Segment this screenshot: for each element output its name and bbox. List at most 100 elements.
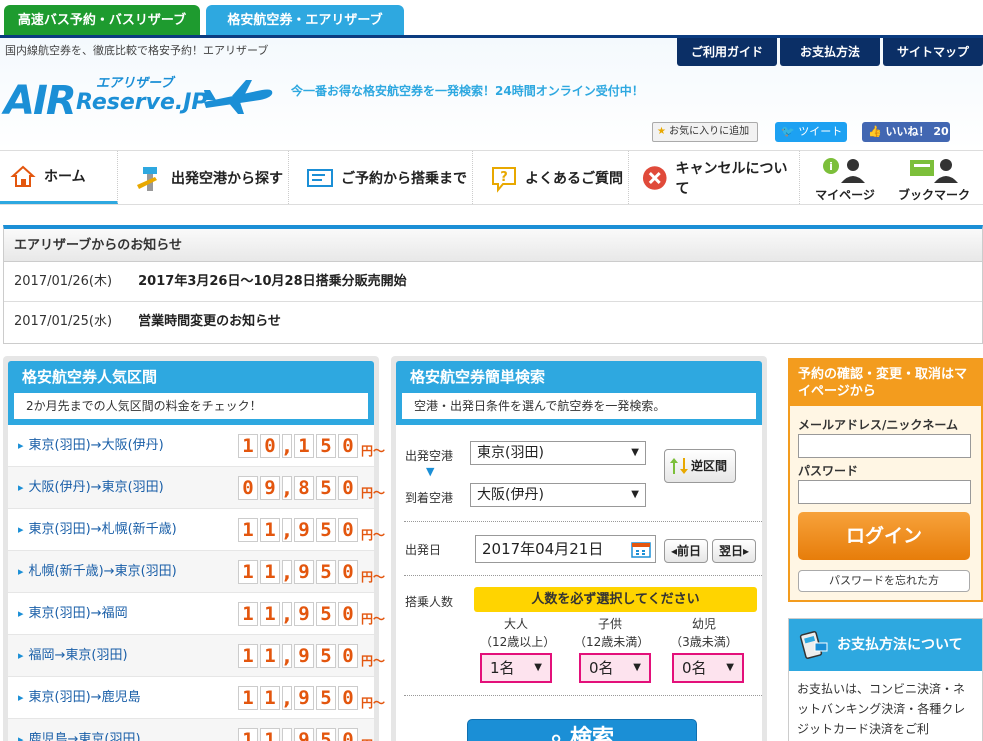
route-price: 11,95011,950円〜 <box>238 602 385 626</box>
route-name[interactable]: 東京(羽田)→大阪(伊丹) <box>18 425 164 467</box>
route-name[interactable]: 東京(羽田)→札幌(新千歳) <box>18 509 177 551</box>
payment-link[interactable]: お支払方法 <box>780 38 880 66</box>
down-arrow-icon: ▼ <box>426 465 435 478</box>
airplane-icon <box>204 80 273 114</box>
route-price: 11,95011,950円〜 <box>238 644 385 668</box>
nav-faq[interactable]: ? よくあるご質問 <box>481 151 629 204</box>
price-digit: 0 <box>238 476 258 500</box>
adult-select[interactable]: 1名 ▼ <box>480 653 552 683</box>
infant-note: （3歳未満） <box>670 635 738 649</box>
price-digit: 1 <box>294 434 314 458</box>
nav-cancel[interactable]: キャンセルについて <box>632 151 800 204</box>
price-digit: 9 <box>260 476 280 500</box>
route-row[interactable]: 鹿児島→東京(羽田) 11,95011,950円〜 <box>8 719 385 741</box>
nav-home-label: ホーム <box>44 169 86 185</box>
departure-value: 東京(羽田) <box>477 445 544 461</box>
calendar-icon[interactable] <box>631 540 651 558</box>
chevron-down-icon: ▼ <box>633 662 641 673</box>
cancel-x-icon <box>642 165 667 190</box>
route-row[interactable]: 東京(羽田)→札幌(新千歳) 11,95011,950円〜 <box>8 509 385 551</box>
price-digit: 8 <box>294 476 314 500</box>
infant-select[interactable]: 0名 ▼ <box>672 653 744 683</box>
tweet-button[interactable]: 🐦 ツイート <box>775 122 847 142</box>
infant-label: 幼児 <box>691 617 716 631</box>
nav-flow[interactable]: ご予約から搭乗まで <box>297 151 473 204</box>
news-item[interactable]: 2017/01/26(木) 2017年3月26日〜10月28日搭乗分販売開始 <box>4 262 982 302</box>
bookmark-user-icon <box>910 159 958 183</box>
utility-nav: ご利用ガイド お支払方法 サイトマップ <box>674 38 983 66</box>
route-name[interactable]: 大阪(伊丹)→東京(羽田) <box>18 467 164 509</box>
next-day-button[interactable]: 翌日▸ <box>712 539 756 563</box>
header: 国内線航空券を、徹底比較で格安予約！エアリザーブ ご利用ガイド お支払方法 サイ… <box>0 38 983 150</box>
child-column: 子供 （12歳未満） <box>574 615 649 651</box>
search-subtitle: 空港・出発日条件を選んで航空券を一発検索。 <box>402 393 756 419</box>
price-digit: 9 <box>294 518 314 542</box>
divider <box>404 695 762 696</box>
nav-home[interactable]: ホーム <box>0 151 118 204</box>
guide-link[interactable]: ご利用ガイド <box>677 38 777 66</box>
departure-date-input[interactable]: 2017年04月21日 <box>475 535 656 563</box>
price-comma: , <box>282 518 292 542</box>
route-row[interactable]: 福岡→東京(羽田) 11,95011,950円〜 <box>8 635 385 677</box>
child-value: 0名 <box>589 659 614 677</box>
route-name[interactable]: 福岡→東京(羽田) <box>18 635 128 677</box>
price-digit: 5 <box>316 518 336 542</box>
route-name[interactable]: 東京(羽田)→鹿児島 <box>18 677 141 719</box>
price-comma: , <box>282 602 292 626</box>
star-icon: ★ <box>657 126 666 137</box>
forgot-password-button[interactable]: パスワードを忘れた方 <box>798 570 970 592</box>
price-yen-suffix: 円〜 <box>361 444 386 458</box>
nav-faq-label: よくあるご質問 <box>525 170 623 187</box>
search-subtitle-wrap: 空港・出発日条件を選んで航空券を一発検索。 <box>396 393 762 425</box>
tab-bus-reserve[interactable]: 高速バス予約・バスリザーブ <box>4 5 200 36</box>
news-text[interactable]: 2017年3月26日〜10月28日搭乗分販売開始 <box>138 274 407 289</box>
site-logo[interactable]: AIR エアリザーブ Reserve.JP <box>4 68 276 124</box>
route-row[interactable]: 東京(羽田)→鹿児島 11,95011,950円〜 <box>8 677 385 719</box>
tab-air-reserve[interactable]: 格安航空券・エアリザーブ <box>206 5 404 36</box>
route-price: 11,95011,950円〜 <box>238 686 385 710</box>
payment-info-header[interactable]: お支払方法について <box>789 619 982 671</box>
route-price: 11,95011,950円〜 <box>238 518 385 542</box>
arrival-select[interactable]: 大阪(伊丹) ▼ <box>470 483 646 507</box>
favorite-button[interactable]: ★ お気に入りに追加 <box>652 122 758 142</box>
search-button[interactable]: ⌕ 検索 <box>467 719 697 741</box>
sitemap-link[interactable]: サイトマップ <box>883 38 983 66</box>
svg-text:?: ? <box>500 170 508 185</box>
route-name[interactable]: 札幌(新千歳)→東京(羽田) <box>18 551 177 593</box>
password-field[interactable] <box>798 480 971 504</box>
news-title: エアリザーブからのお知らせ <box>4 229 982 262</box>
like-button[interactable]: 👍 いいね！ 20 <box>862 122 950 142</box>
news-item[interactable]: 2017/01/25(水) 営業時間変更のお知らせ <box>4 302 982 342</box>
popular-subtitle-wrap: 2か月先までの人気区間の料金をチェック！ <box>8 393 374 425</box>
infant-column: 幼児 （3歳未満） <box>668 615 740 651</box>
route-row[interactable]: 大阪(伊丹)→東京(羽田)09,85009,850円〜 <box>8 467 385 509</box>
child-select[interactable]: 0名 ▼ <box>579 653 651 683</box>
departure-select[interactable]: 東京(羽田) ▼ <box>470 441 646 465</box>
nav-departure-label: 出発空港から探す <box>171 170 283 187</box>
popular-routes-panel: 格安航空券人気区間 2か月先までの人気区間の料金をチェック！ 東京(羽田)→大阪… <box>3 356 385 741</box>
nav-departure[interactable]: 出発空港から探す <box>127 151 289 204</box>
price-comma: , <box>282 560 292 584</box>
price-digit: 5 <box>316 434 336 458</box>
route-row[interactable]: 東京(羽田)→福岡 11,95011,950円〜 <box>8 593 385 635</box>
nav-mypage[interactable]: i マイページ <box>808 157 882 203</box>
prev-day-button[interactable]: ◂前日 <box>664 539 708 563</box>
global-nav: ホーム 出発空港から探す ご予約から搭乗まで ? よくあるご質問 キャンセルにつ… <box>0 150 983 205</box>
user-info-icon: i <box>823 158 865 183</box>
price-digit: 5 <box>316 560 336 584</box>
email-field[interactable] <box>798 434 971 458</box>
route-name[interactable]: 鹿児島→東京(羽田) <box>18 719 141 741</box>
route-row[interactable]: 東京(羽田)→大阪(伊丹) 10,15010,150円〜 <box>8 425 385 467</box>
price-digit: 5 <box>316 602 336 626</box>
route-row[interactable]: 札幌(新千歳)→東京(羽田)11,95011,950円〜 <box>8 551 385 593</box>
news-text[interactable]: 営業時間変更のお知らせ <box>138 314 281 329</box>
price-digit: 1 <box>238 434 258 458</box>
nav-mypage-label: マイページ <box>815 188 875 202</box>
nav-bookmark[interactable]: ブックマーク <box>890 157 978 203</box>
price-yen-suffix: 円〜 <box>361 654 386 668</box>
route-name[interactable]: 東京(羽田)→福岡 <box>18 593 128 635</box>
price-digit: 1 <box>260 686 280 710</box>
reverse-route-button[interactable]: 逆区間 <box>664 449 736 483</box>
route-price: 11,95011,950円〜 <box>238 728 385 741</box>
login-button[interactable]: ログイン <box>798 512 970 560</box>
